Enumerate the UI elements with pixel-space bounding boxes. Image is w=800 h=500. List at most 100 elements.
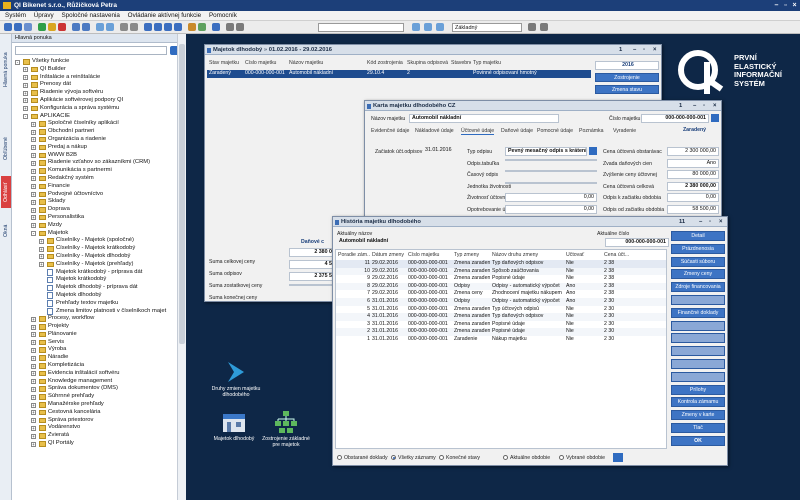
tree-node[interactable]: + Projekty xyxy=(12,323,186,331)
tab-oblubene[interactable]: Obľúbené xyxy=(1,132,11,166)
column-header[interactable]: Číslo majetku xyxy=(408,252,452,258)
action-button[interactable]: Zdroje financovania xyxy=(671,282,725,293)
tree-node[interactable]: + Číselníky - Majetok (spoločné) xyxy=(12,237,186,245)
action-button[interactable]: Finančné doklady xyxy=(671,307,725,318)
expand-toggle-icon[interactable]: + xyxy=(23,82,28,88)
column-header[interactable]: Poradie zám... xyxy=(338,252,370,258)
table-row[interactable]: 6 31.01.2016 000-000-000-001 Odpisy Odpisy -… xyxy=(336,298,666,306)
field-value[interactable] xyxy=(505,181,597,184)
tree-node[interactable]: + Knowledge management xyxy=(12,378,186,386)
tree-node[interactable]: + Komunikácia s partnermi xyxy=(12,167,186,175)
tree-node[interactable]: + Obchodní partneri xyxy=(12,128,186,136)
tree-node[interactable]: + Vodárenstvo xyxy=(12,424,186,432)
delete-icon[interactable] xyxy=(58,23,66,31)
pin-icon[interactable] xyxy=(528,23,536,31)
column-header[interactable]: Cena účt... xyxy=(604,252,666,258)
tree-node[interactable]: + Personalistika xyxy=(12,214,186,222)
card-tab[interactable]: Vyradenie xyxy=(613,128,636,134)
field-value[interactable]: 0,00 xyxy=(505,193,597,202)
tree-node[interactable]: + Servis xyxy=(12,339,186,347)
tree-node[interactable]: + QI Portály xyxy=(12,440,186,448)
expand-toggle-icon[interactable]: + xyxy=(23,67,28,73)
typ-odpisu-select[interactable]: Pevný mesačný odpis s krátením xyxy=(505,147,587,156)
menu-ovladanie-aktivnej-funkcie[interactable]: Ovládanie aktívnej funkcie xyxy=(128,12,202,19)
expand-toggle-icon[interactable]: + xyxy=(39,262,44,268)
tree-node[interactable]: + Inštalácie a reinštalácie xyxy=(12,74,186,82)
expand-toggle-icon[interactable]: + xyxy=(23,106,28,112)
tree-node[interactable]: + Správa priestorov xyxy=(12,417,186,425)
expand-toggle-icon[interactable]: + xyxy=(39,254,44,260)
tree-node[interactable]: Majetok dlhodobý - príprava dát xyxy=(12,284,186,292)
column-header[interactable]: Názov druhu zmeny xyxy=(492,252,564,258)
lookup-icon[interactable] xyxy=(711,114,719,122)
action-button[interactable]: Zmeny ceny xyxy=(671,269,725,280)
nazov-majetku-field[interactable]: Automobil nákladní xyxy=(409,114,559,123)
tree-node[interactable]: + Súhrnné prehľady xyxy=(12,393,186,401)
tree-node[interactable]: + Číselníky - Majetok dlhodobý xyxy=(12,253,186,261)
table-row[interactable]: 531.01.2016 000-000-000-001 Zmena zaradeni… xyxy=(336,306,666,314)
expand-toggle-icon[interactable]: + xyxy=(23,98,28,104)
expand-toggle-icon[interactable]: + xyxy=(31,386,36,392)
card-tab[interactable]: Pomocné údaje xyxy=(537,128,573,134)
period-picker-icon[interactable] xyxy=(613,453,623,462)
field-value[interactable]: 2 300 000,00 xyxy=(667,147,719,156)
tree-node[interactable]: + Doprava xyxy=(12,206,186,214)
field-value[interactable]: 0,00 xyxy=(667,193,719,202)
tree-node[interactable]: + Číselníky - Majetok (prehľady) xyxy=(12,261,186,269)
filter-icon[interactable] xyxy=(96,23,104,31)
card-tab[interactable]: Evidenčné údaje xyxy=(371,128,409,134)
column-header[interactable]: Názov majetku xyxy=(289,60,365,66)
minimize-icon[interactable]: – xyxy=(699,217,702,227)
minimize-icon[interactable]: – xyxy=(693,101,696,111)
tab-hlavna-ponuka[interactable]: Hlavná ponuka xyxy=(1,40,11,100)
column-header[interactable]: Skupina odpisová daňová xyxy=(407,60,449,66)
card-tab[interactable]: Daňové údaje xyxy=(501,128,533,134)
column-header[interactable]: Typ zmeny xyxy=(454,252,490,258)
tree-node[interactable]: + Manažérske prehľady xyxy=(12,401,186,409)
expand-toggle-icon[interactable]: + xyxy=(31,168,36,174)
forward-icon[interactable] xyxy=(14,23,22,31)
filter-radio[interactable] xyxy=(337,455,342,460)
tree-node[interactable]: + Financie xyxy=(12,183,186,191)
search-icon[interactable] xyxy=(106,23,114,31)
expand-toggle-icon[interactable]: + xyxy=(23,75,28,81)
tree-node[interactable]: + Procesy, workflow xyxy=(12,315,186,323)
tree-node[interactable]: + Náradie xyxy=(12,354,186,362)
nav-scrollbar[interactable] xyxy=(177,34,186,500)
filter-radio[interactable] xyxy=(391,455,396,460)
expand-toggle-icon[interactable]: + xyxy=(31,153,36,159)
tree-node[interactable]: + Zvieratá xyxy=(12,432,186,440)
zostrojenie-button[interactable]: Zostrojenie xyxy=(595,73,659,82)
expand-toggle-icon[interactable]: + xyxy=(31,137,36,143)
action-button[interactable]: Prílohy xyxy=(671,384,725,395)
help-icon[interactable] xyxy=(212,23,220,31)
desktop-icon-druhy-zmien[interactable]: Druhy zmien majetku dlhodobého xyxy=(204,360,268,398)
new-record-icon[interactable] xyxy=(38,23,46,31)
next-record-icon[interactable] xyxy=(164,23,172,31)
expand-toggle-icon[interactable]: + xyxy=(31,223,36,229)
expand-toggle-icon[interactable]: + xyxy=(31,363,36,369)
table-row[interactable]: Zaradený 000-000-000-001 Automobil nákladn… xyxy=(207,70,591,78)
print-icon[interactable] xyxy=(120,23,128,31)
field-value[interactable] xyxy=(505,158,597,161)
menu-upravy[interactable]: Úpravy xyxy=(34,12,54,19)
tree-node[interactable]: + Riadenie vývoja softvéru xyxy=(12,89,186,97)
action-button[interactable]: Tlač xyxy=(671,423,725,433)
close-icon[interactable]: × xyxy=(719,217,723,227)
tree-node[interactable]: + Plánovanie xyxy=(12,331,186,339)
expand-toggle-icon[interactable]: + xyxy=(39,238,44,244)
tile-view-icon[interactable] xyxy=(436,23,444,31)
expand-toggle-icon[interactable]: + xyxy=(31,425,36,431)
tree-node[interactable]: + WWW B2B xyxy=(12,152,186,160)
menu-pomocnik[interactable]: Pomocník xyxy=(209,12,237,19)
close-icon[interactable]: × xyxy=(653,45,657,55)
expand-toggle-icon[interactable]: + xyxy=(31,340,36,346)
table-row[interactable]: 331.01.2016 000-000-000-001 Zmena zaradeni… xyxy=(336,321,666,329)
tree-node[interactable]: Zmena limitov platnosti v číselníkoch ma… xyxy=(12,308,186,316)
minimize-icon[interactable]: – xyxy=(772,1,781,10)
tree-node[interactable]: - APLIKÁCIE xyxy=(12,113,186,121)
expand-toggle-icon[interactable]: + xyxy=(31,402,36,408)
first-record-icon[interactable] xyxy=(144,23,152,31)
expand-toggle-icon[interactable]: + xyxy=(31,199,36,205)
save-icon[interactable] xyxy=(72,23,80,31)
